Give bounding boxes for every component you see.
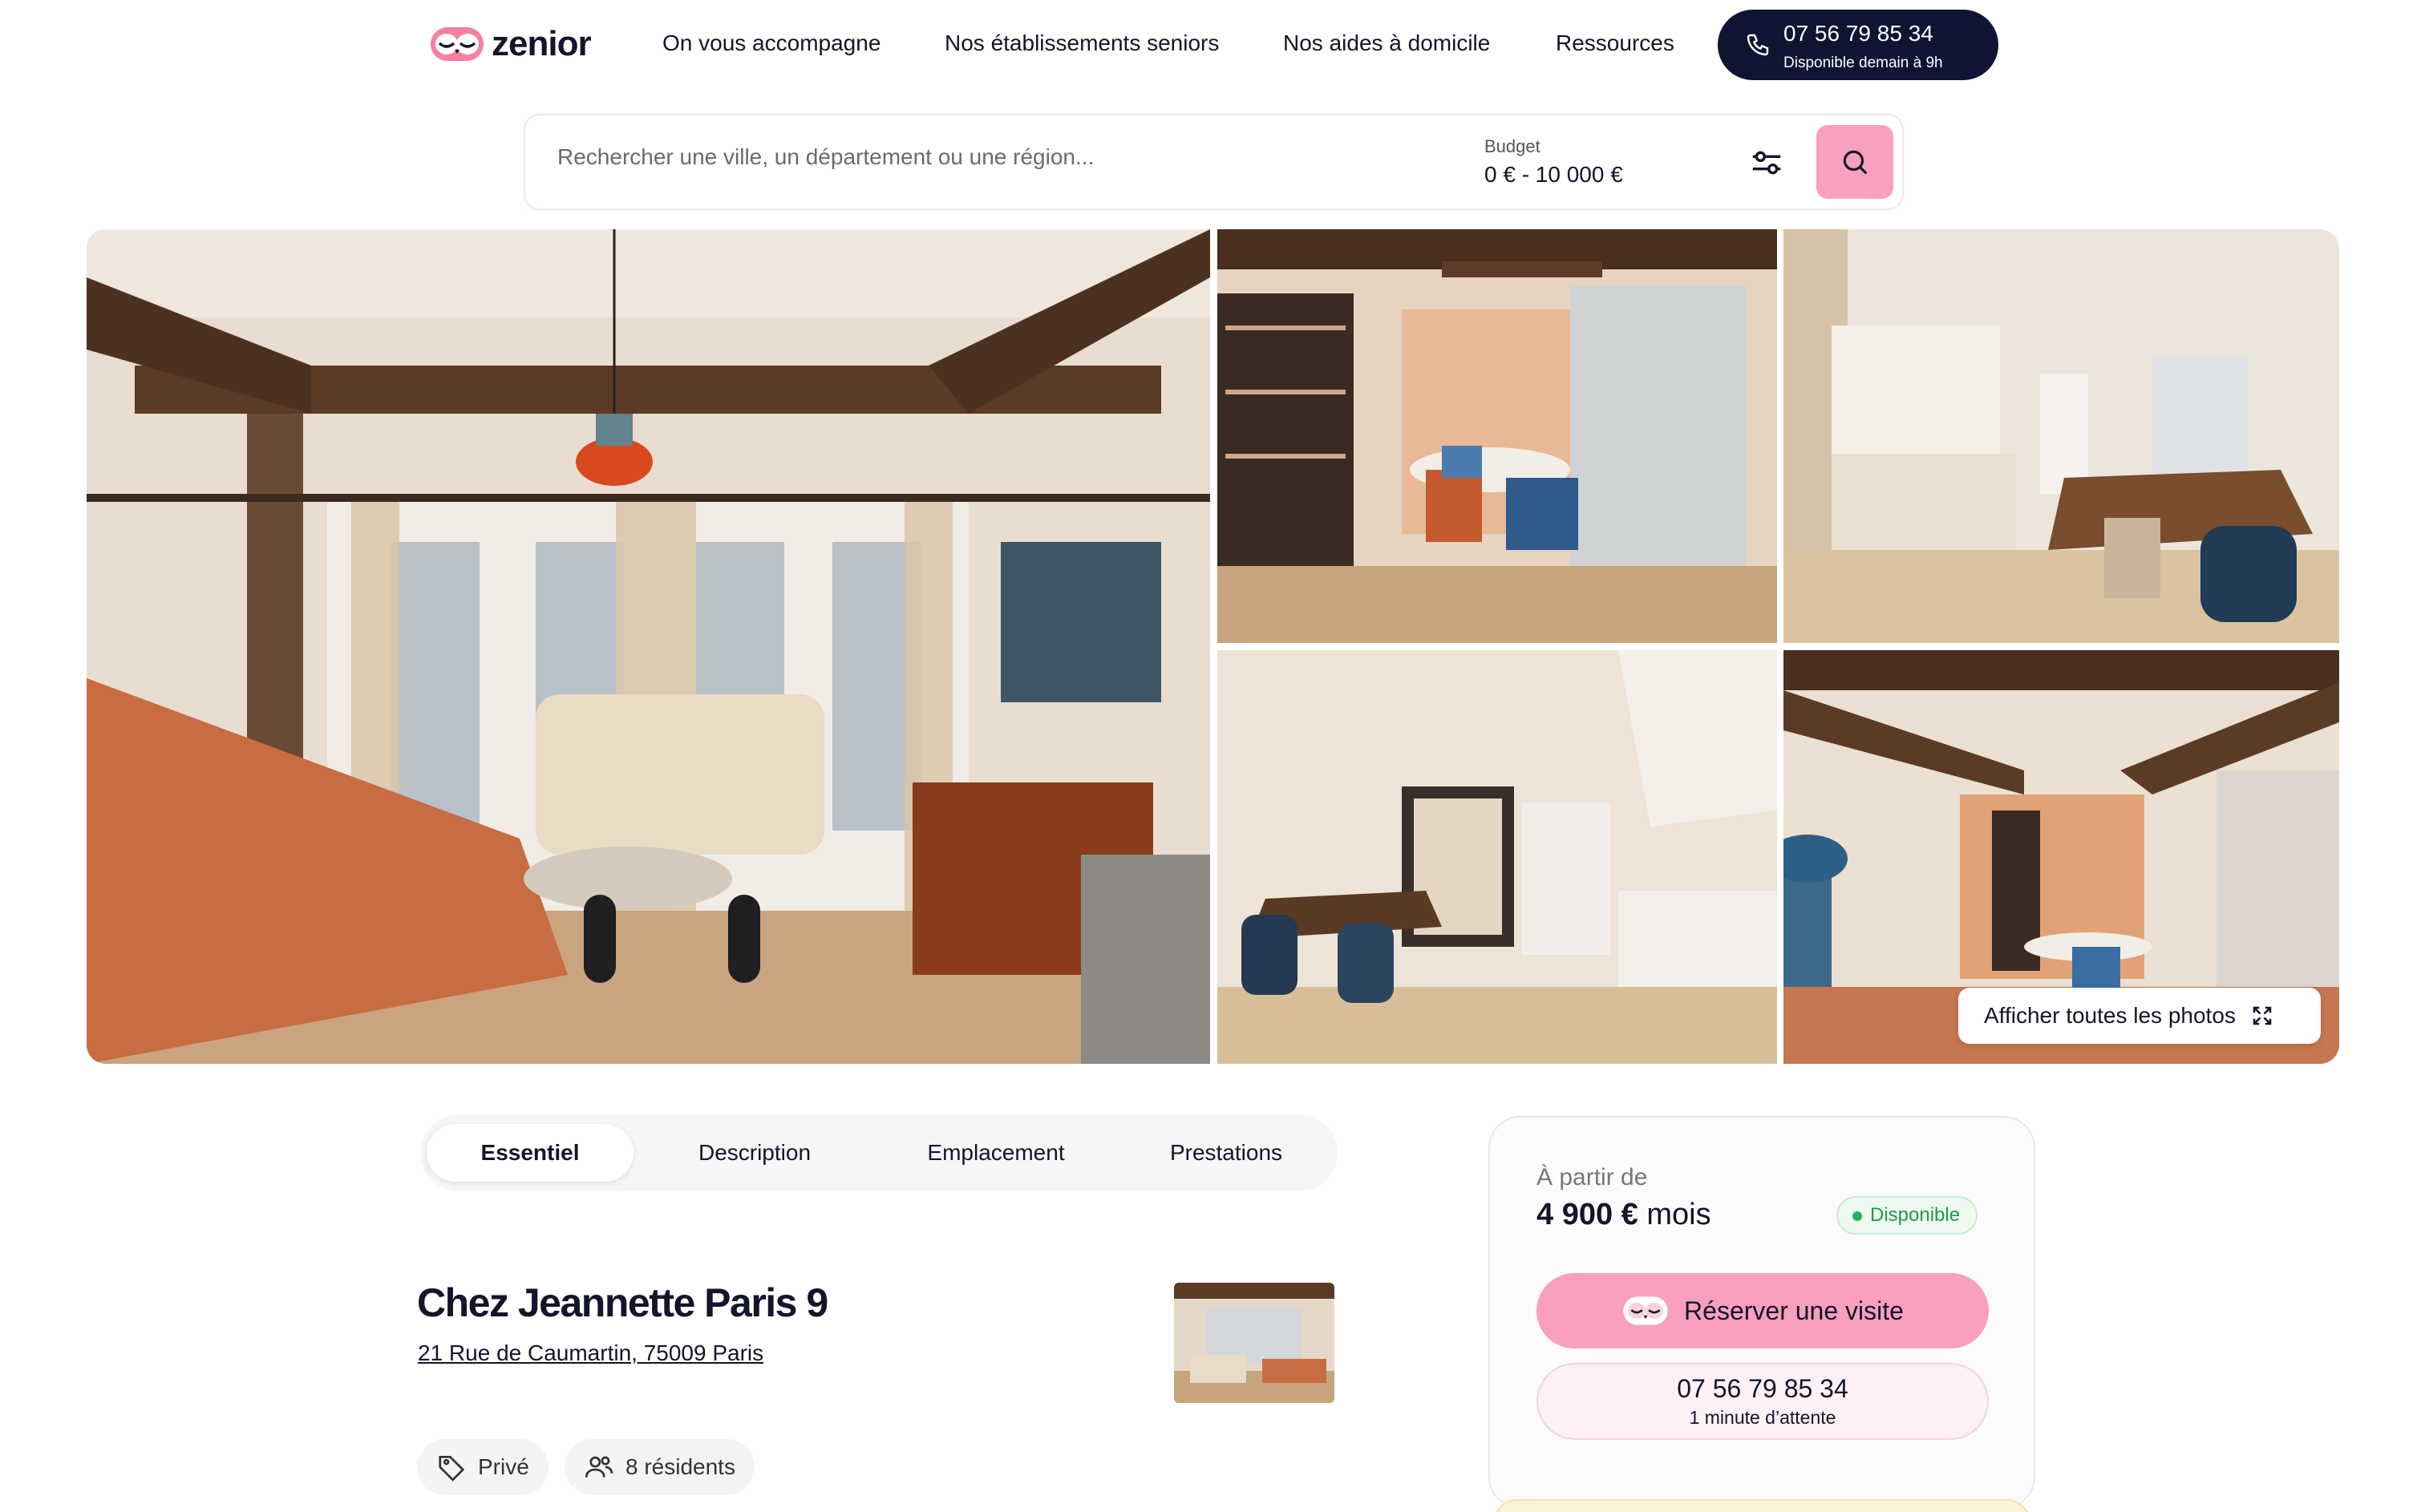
- gallery-photo-kitchen[interactable]: [1783, 229, 2339, 643]
- nav-item-accompagne[interactable]: On vous accompagne: [662, 30, 881, 56]
- photo-gallery: [87, 229, 2339, 1064]
- chip-type-label: Privé: [478, 1454, 529, 1479]
- gallery-photo-kitchen-dining[interactable]: [1217, 650, 1777, 1064]
- chip-type: Privé: [417, 1439, 549, 1495]
- call-wait-time: 1 minute d’attente: [1689, 1407, 1836, 1428]
- nav-item-ressources[interactable]: Ressources: [1556, 30, 1674, 56]
- show-all-photos-button[interactable]: Afficher toutes les photos: [1958, 988, 2321, 1044]
- zenior-logo[interactable]: zenior: [429, 24, 592, 64]
- tag-icon: [439, 1455, 465, 1482]
- book-visit-label: Réserver une visite: [1684, 1296, 1904, 1325]
- phone-icon: [1747, 34, 1769, 56]
- tab-description[interactable]: Description: [646, 1124, 863, 1182]
- search-button[interactable]: [1816, 125, 1893, 199]
- chip-residents-label: 8 résidents: [625, 1454, 735, 1479]
- search-input[interactable]: [557, 144, 1399, 170]
- price-from-label: À partir de: [1536, 1164, 1648, 1191]
- tab-emplacement[interactable]: Emplacement: [876, 1124, 1116, 1182]
- price-amount: 4 900 €: [1536, 1198, 1638, 1231]
- users-icon: [585, 1456, 613, 1478]
- call-button[interactable]: 07 56 79 85 34 1 minute d’attente: [1536, 1363, 1989, 1440]
- gallery-photo-dining-area[interactable]: [1217, 229, 1777, 643]
- show-all-photos-label: Afficher toutes les photos: [1984, 1003, 2236, 1028]
- listing-title: Chez Jeannette Paris 9: [417, 1280, 828, 1325]
- listing-thumbnail[interactable]: [1174, 1283, 1334, 1403]
- owl-logo-icon: [431, 27, 484, 61]
- expand-icon: [2253, 1006, 2272, 1025]
- nav-item-aides[interactable]: Nos aides à domicile: [1283, 30, 1490, 56]
- listing-address-link[interactable]: 21 Rue de Caumartin, 75009 Paris: [418, 1340, 763, 1366]
- site-header: zenior On vous accompagne Nos établissem…: [0, 0, 2425, 96]
- search-icon: [1843, 150, 1868, 175]
- gallery-photo-living-room[interactable]: [87, 229, 1210, 1064]
- owl-icon: [1623, 1296, 1668, 1325]
- tab-prestations[interactable]: Prestations: [1126, 1124, 1326, 1182]
- price-period: mois: [1646, 1198, 1711, 1231]
- nav-item-etablissements[interactable]: Nos établissements seniors: [945, 30, 1219, 56]
- budget-filter[interactable]: Budget 0 € - 10 000 €: [1484, 136, 1623, 188]
- booking-card: À partir de 4 900 € mois Disponible Rése…: [1488, 1116, 2035, 1509]
- price-value: 4 900 € mois: [1536, 1198, 1711, 1232]
- search-bar: Budget 0 € - 10 000 €: [524, 114, 1904, 210]
- status-badge: Disponible: [1836, 1196, 1978, 1235]
- call-phone-number: 07 56 79 85 34: [1677, 1374, 1848, 1403]
- chip-residents: 8 résidents: [565, 1439, 755, 1495]
- budget-label: Budget: [1484, 136, 1540, 156]
- book-visit-button[interactable]: Réserver une visite: [1536, 1273, 1989, 1348]
- info-banner: [1493, 1499, 2030, 1512]
- header-phone-button[interactable]: 07 56 79 85 34 Disponible demain à 9h: [1718, 10, 1998, 80]
- section-tabs: Essentiel Description Emplacement Presta…: [420, 1114, 1338, 1191]
- tab-essentiel[interactable]: Essentiel: [427, 1124, 634, 1182]
- header-phone-availability: Disponible demain à 9h: [1783, 55, 1943, 71]
- logo-text: zenior: [492, 24, 592, 63]
- header-phone-number: 07 56 79 85 34: [1783, 21, 1933, 46]
- sliders-icon[interactable]: [1748, 144, 1785, 181]
- budget-value: 0 € - 10 000 €: [1484, 162, 1623, 187]
